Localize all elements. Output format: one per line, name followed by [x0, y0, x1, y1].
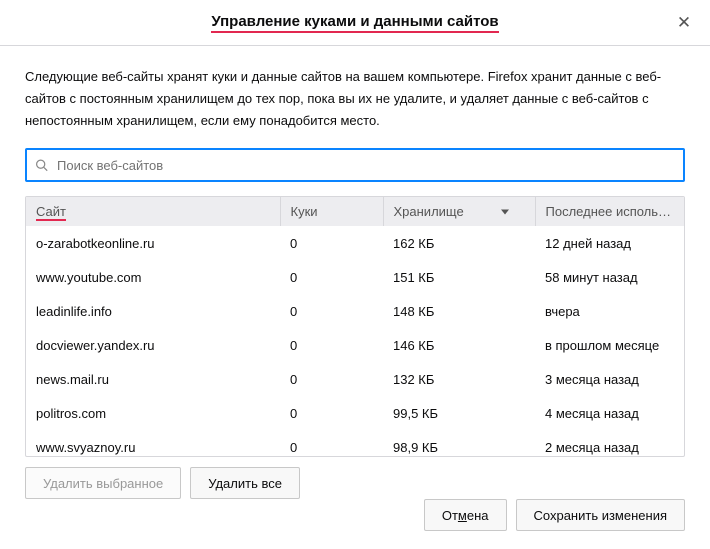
- dialog-header: Управление куками и данными сайтов ✕: [0, 0, 710, 46]
- table-row[interactable]: www.svyaznoy.ru098,9 КБ2 месяца назад: [26, 430, 684, 456]
- search-field: [25, 148, 685, 182]
- column-header-lastused[interactable]: Последнее использ…: [535, 197, 684, 226]
- column-header-site-label: Сайт: [36, 204, 66, 221]
- sites-table-scroll[interactable]: Сайт Куки Хранилище Последнее использ… o…: [26, 197, 684, 456]
- cell-cookies: 0: [280, 362, 383, 396]
- dialog-body: Следующие веб-сайты хранят куки и данные…: [0, 46, 710, 499]
- close-button[interactable]: ✕: [674, 12, 694, 32]
- table-row[interactable]: docviewer.yandex.ru0146 КБв прошлом меся…: [26, 328, 684, 362]
- cell-cookies: 0: [280, 294, 383, 328]
- cell-lastused: 4 месяца назад: [535, 396, 684, 430]
- cell-site: www.youtube.com: [26, 260, 280, 294]
- table-row[interactable]: www.youtube.com0151 КБ58 минут назад: [26, 260, 684, 294]
- cell-cookies: 0: [280, 328, 383, 362]
- cell-storage: 151 КБ: [383, 260, 535, 294]
- cell-site: leadinlife.info: [26, 294, 280, 328]
- search-icon: [35, 159, 48, 172]
- table-actions: Удалить выбранное Удалить все: [25, 467, 685, 499]
- cell-site: docviewer.yandex.ru: [26, 328, 280, 362]
- dialog-footer: Отмена Сохранить изменения: [424, 499, 685, 531]
- cell-cookies: 0: [280, 396, 383, 430]
- table-row[interactable]: politros.com099,5 КБ4 месяца назад: [26, 396, 684, 430]
- table-row[interactable]: o-zarabotkeonline.ru0162 КБ12 дней назад: [26, 226, 684, 260]
- cell-cookies: 0: [280, 260, 383, 294]
- cell-site: politros.com: [26, 396, 280, 430]
- sort-desc-icon: [501, 209, 509, 214]
- cell-cookies: 0: [280, 430, 383, 456]
- table-row[interactable]: leadinlife.info0148 КБвчера: [26, 294, 684, 328]
- cell-lastused: 3 месяца назад: [535, 362, 684, 396]
- cell-site: www.svyaznoy.ru: [26, 430, 280, 456]
- search-input[interactable]: [25, 148, 685, 182]
- cell-storage: 98,9 КБ: [383, 430, 535, 456]
- cell-cookies: 0: [280, 226, 383, 260]
- column-header-storage-label: Хранилище: [394, 204, 464, 219]
- cell-storage: 132 КБ: [383, 362, 535, 396]
- cancel-accel: м: [458, 508, 467, 523]
- cell-storage: 148 КБ: [383, 294, 535, 328]
- sites-table: Сайт Куки Хранилище Последнее использ… o…: [25, 196, 685, 457]
- cell-lastused: вчера: [535, 294, 684, 328]
- cancel-suffix: ена: [467, 508, 489, 523]
- column-header-storage[interactable]: Хранилище: [383, 197, 535, 226]
- dialog-title: Управление куками и данными сайтов: [211, 13, 498, 33]
- cell-lastused: 2 месяца назад: [535, 430, 684, 456]
- column-header-cookies[interactable]: Куки: [280, 197, 383, 226]
- remove-all-button[interactable]: Удалить все: [190, 467, 300, 499]
- cell-site: o-zarabotkeonline.ru: [26, 226, 280, 260]
- column-header-site[interactable]: Сайт: [26, 197, 280, 226]
- save-button[interactable]: Сохранить изменения: [516, 499, 686, 531]
- dialog-description: Следующие веб-сайты хранят куки и данные…: [25, 66, 685, 132]
- cell-lastused: 58 минут назад: [535, 260, 684, 294]
- cell-lastused: в прошлом месяце: [535, 328, 684, 362]
- cell-storage: 99,5 КБ: [383, 396, 535, 430]
- cell-storage: 146 КБ: [383, 328, 535, 362]
- cell-storage: 162 КБ: [383, 226, 535, 260]
- cell-lastused: 12 дней назад: [535, 226, 684, 260]
- cancel-button[interactable]: Отмена: [424, 499, 507, 531]
- remove-selected-button[interactable]: Удалить выбранное: [25, 467, 181, 499]
- table-row[interactable]: news.mail.ru0132 КБ3 месяца назад: [26, 362, 684, 396]
- cancel-prefix: От: [442, 508, 458, 523]
- cell-site: news.mail.ru: [26, 362, 280, 396]
